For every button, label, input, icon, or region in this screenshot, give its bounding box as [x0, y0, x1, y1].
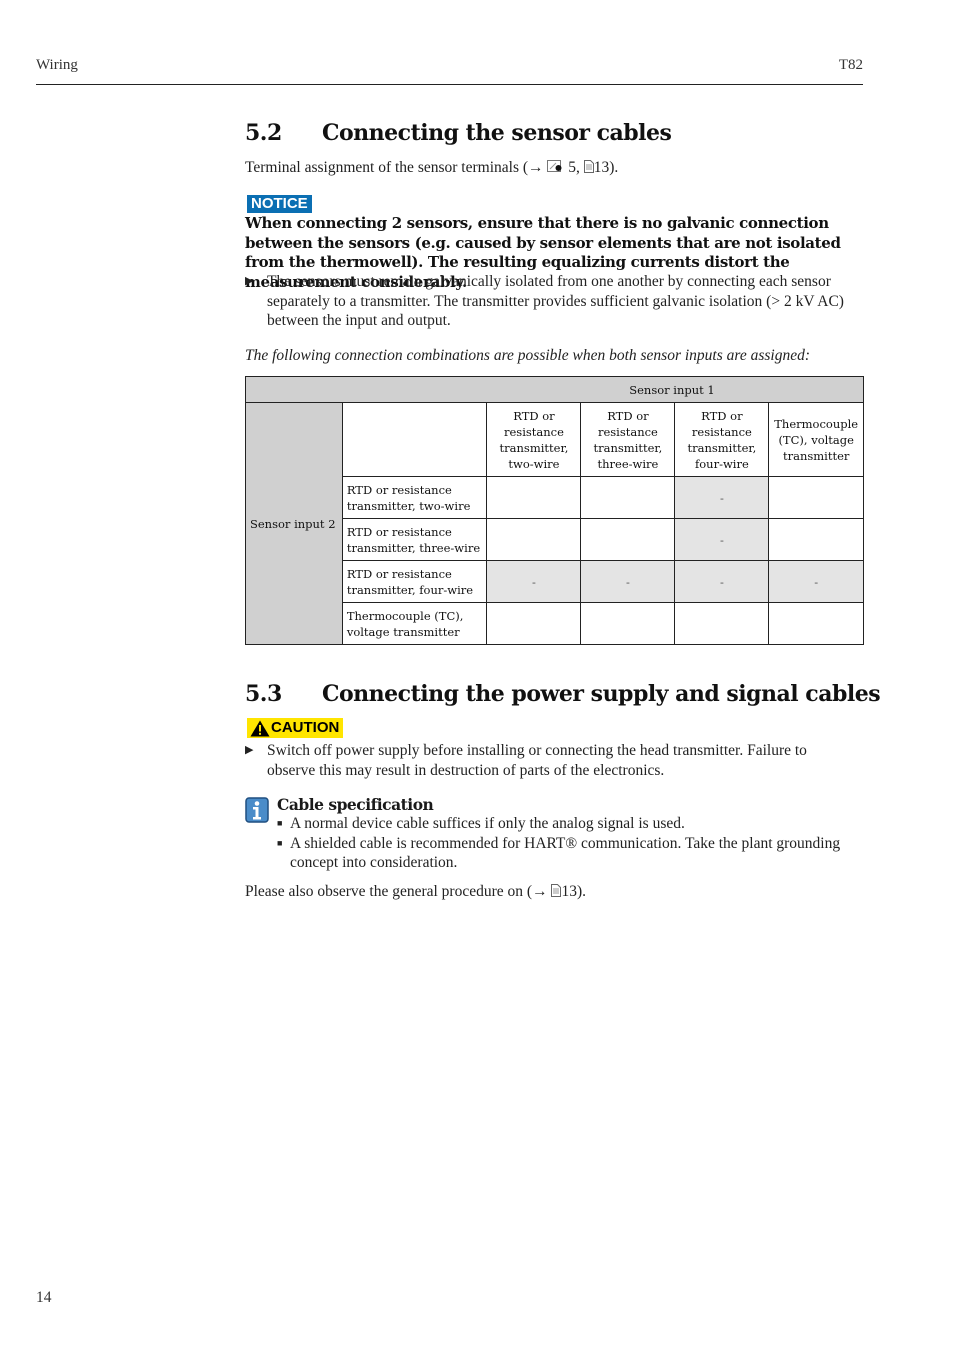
table-cell: - [580, 560, 676, 603]
section-heading-5-3: 5.3 Connecting the power supply and signa… [245, 681, 881, 707]
intro-text: Terminal assignment of the sensor termin… [245, 159, 529, 176]
table-cell [768, 476, 864, 519]
info-title: Cable specification [277, 795, 434, 814]
table-cell: - [674, 518, 770, 561]
closing-text: Please also observe the general procedur… [245, 883, 533, 900]
column-header: RTD or resistance transmitter, two-wire [486, 402, 582, 477]
table-cell [768, 518, 864, 561]
arrow-right-icon: → [532, 883, 548, 900]
page-ref-link[interactable]: 13). [561, 883, 586, 900]
row-header: Thermocouple (TC), voltage transmitter [341, 602, 488, 645]
figure-ref-icon[interactable] [547, 159, 564, 179]
page-number: 14 [36, 1289, 52, 1306]
table-cell [674, 602, 770, 645]
table-cell: - [486, 560, 582, 603]
page-ref-link[interactable]: 13). [594, 159, 619, 176]
table-caption: The following connection combinations ar… [245, 347, 811, 364]
caution-action: ▶ Switch off power supply before install… [245, 741, 855, 780]
header-divider [36, 84, 863, 85]
section-heading-5-2: 5.2 Connecting the sensor cables [245, 120, 672, 146]
table-corner-cell [341, 402, 488, 477]
table-header-sensor-input-1: Sensor input 1 [245, 376, 864, 403]
table-cell: - [674, 476, 770, 519]
square-bullet-icon: ■ [277, 837, 283, 848]
info-list: ■ A normal device cable suffices if only… [277, 814, 857, 873]
intro-paragraph: Terminal assignment of the sensor termin… [245, 158, 618, 178]
table-cell [486, 476, 582, 519]
info-icon [245, 797, 269, 828]
notice-action-text: The sensors must remain galvanically iso… [267, 273, 844, 329]
caution-badge: CAUTION [247, 718, 344, 738]
table-cell [486, 602, 582, 645]
section-number: 5.3 [245, 681, 282, 707]
table-cell: - [768, 560, 864, 603]
notice-badge: NOTICE [247, 195, 312, 213]
row-header: RTD or resistance transmitter, two-wire [341, 476, 488, 519]
table-cell [580, 602, 676, 645]
section-number: 5.2 [245, 120, 282, 146]
row-header: RTD or resistance transmitter, three-wir… [341, 518, 488, 561]
list-item-text: A normal device cable suffices if only t… [290, 815, 685, 832]
warning-triangle-icon [250, 720, 270, 736]
caution-action-text: Switch off power supply before installin… [267, 742, 807, 779]
table-cell [580, 476, 676, 519]
row-header: RTD or resistance transmitter, four-wire [341, 560, 488, 603]
action-triangle-icon: ▶ [245, 744, 254, 756]
sensor-combination-table: Sensor input 1 Sensor input 2 RTD or res… [245, 376, 864, 645]
running-header-product: T82 [838, 57, 863, 73]
table-cell [486, 518, 582, 561]
square-bullet-icon: ■ [277, 818, 283, 828]
section-title: Connecting the power supply and signal c… [322, 681, 881, 707]
column-header: RTD or resistance transmitter, four-wire [674, 402, 770, 477]
list-item: ■ A normal device cable suffices if only… [277, 814, 857, 834]
list-item: ■ A shielded cable is recommended for HA… [277, 834, 857, 873]
column-header: Thermocouple (TC), voltage transmitter [768, 402, 864, 477]
page-ref-icon [583, 159, 594, 179]
list-item-text: A shielded cable is recommended for HART… [290, 834, 841, 872]
table-cell: - [674, 560, 770, 603]
closing-paragraph: Please also observe the general procedur… [245, 882, 586, 902]
running-header-section: Wiring [36, 57, 78, 73]
caution-label: CAUTION [271, 719, 340, 736]
action-triangle-icon: ▶ [245, 275, 254, 287]
section-title: Connecting the sensor cables [322, 120, 672, 146]
arrow-right-icon: → [528, 159, 544, 176]
page-ref-icon [551, 883, 562, 903]
table-header-sensor-input-2: Sensor input 2 [245, 402, 343, 645]
figure-ref-link[interactable]: 5, [568, 159, 580, 176]
column-header: RTD or resistance transmitter, three-wir… [580, 402, 676, 477]
table-cell [768, 602, 864, 645]
table-cell [580, 518, 676, 561]
notice-action: ▶ The sensors must remain galvanically i… [245, 272, 855, 331]
